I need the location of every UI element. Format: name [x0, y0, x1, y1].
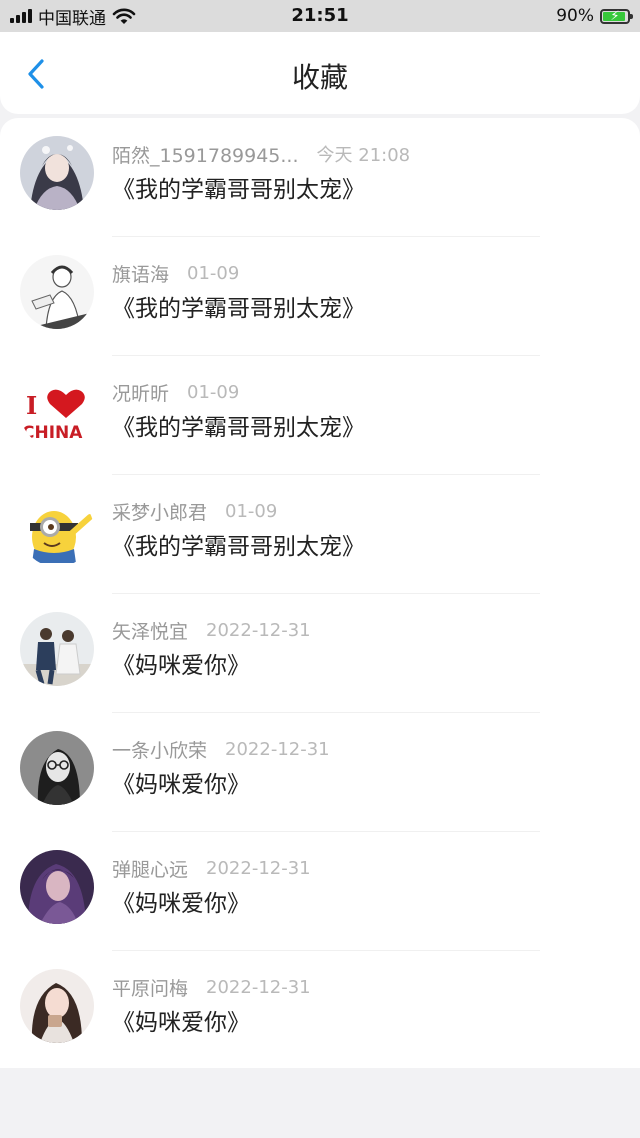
item-title[interactable]: 《我的学霸哥哥别太宠》 [112, 289, 365, 323]
avatar[interactable] [20, 612, 94, 686]
list-item[interactable]: 陌然_1591789945... 今天 21:08 《我的学霸哥哥别太宠》 [0, 118, 640, 237]
item-meta: 旗语海 01-09 [112, 260, 239, 286]
item-meta: 陌然_1591789945... 今天 21:08 [112, 141, 410, 167]
username[interactable]: 弹腿心远 [112, 855, 188, 882]
avatar[interactable] [20, 731, 94, 805]
favorites-list: 陌然_1591789945... 今天 21:08 《我的学霸哥哥别太宠》 旗语… [0, 118, 640, 1068]
timestamp: 2022-12-31 [225, 738, 330, 760]
nav-bar: 收藏 [0, 32, 640, 114]
status-right: 90% ⚡ [556, 0, 633, 32]
username[interactable]: 平原问梅 [112, 974, 188, 1001]
list-item[interactable]: 一条小欣荣 2022-12-31 《妈咪爱你》 [0, 713, 640, 832]
item-title[interactable]: 《我的学霸哥哥别太宠》 [112, 527, 365, 561]
item-title[interactable]: 《妈咪爱你》 [112, 1003, 250, 1037]
avatar-text-i: I [26, 391, 37, 420]
page-title: 收藏 [291, 61, 348, 94]
battery-charging-icon: ⚡ [600, 8, 633, 24]
avatar[interactable] [20, 850, 94, 924]
username[interactable]: 一条小欣荣 [112, 736, 207, 763]
battery-percent: 90% [556, 6, 594, 26]
list-item[interactable]: 弹腿心远 2022-12-31 《妈咪爱你》 [0, 832, 640, 951]
username[interactable]: 况昕昕 [112, 379, 169, 406]
item-title[interactable]: 《我的学霸哥哥别太宠》 [112, 170, 365, 204]
timestamp: 2022-12-31 [206, 619, 311, 641]
timestamp: 01-09 [187, 262, 240, 284]
timestamp: 2022-12-31 [206, 976, 311, 998]
timestamp: 01-09 [187, 381, 240, 403]
item-meta: 平原问梅 2022-12-31 [112, 974, 311, 1000]
item-meta: 采梦小郎君 01-09 [112, 498, 277, 524]
avatar[interactable]: I CHINA [20, 374, 94, 448]
username[interactable]: 陌然_1591789945... [112, 141, 299, 168]
list-item[interactable]: 旗语海 01-09 《我的学霸哥哥别太宠》 [0, 237, 640, 356]
list-item[interactable]: I CHINA 况昕昕 01-09 《我的学霸哥哥别太宠》 [0, 356, 640, 475]
avatar[interactable] [20, 255, 94, 329]
list-item[interactable]: 平原问梅 2022-12-31 《妈咪爱你》 [0, 951, 640, 1070]
avatar-text-china: CHINA [22, 423, 83, 443]
username[interactable]: 旗语海 [112, 260, 169, 287]
item-meta: 矢泽悦宜 2022-12-31 [112, 617, 311, 643]
username[interactable]: 矢泽悦宜 [112, 617, 188, 644]
list-item[interactable]: 采梦小郎君 01-09 《我的学霸哥哥别太宠》 [0, 475, 640, 594]
item-meta: 弹腿心远 2022-12-31 [112, 855, 311, 881]
item-meta: 一条小欣荣 2022-12-31 [112, 736, 330, 762]
item-title[interactable]: 《我的学霸哥哥别太宠》 [112, 408, 365, 442]
item-title[interactable]: 《妈咪爱你》 [112, 765, 250, 799]
item-title[interactable]: 《妈咪爱你》 [112, 884, 250, 918]
item-meta: 况昕昕 01-09 [112, 379, 239, 405]
timestamp: 今天 21:08 [316, 145, 411, 166]
avatar[interactable] [20, 136, 94, 210]
timestamp: 2022-12-31 [206, 857, 311, 879]
avatar[interactable] [20, 969, 94, 1043]
timestamp: 01-09 [225, 500, 278, 522]
status-time: 21:51 [291, 5, 349, 26]
status-bar: 中国联通 21:51 90% ⚡ [0, 0, 640, 32]
item-title[interactable]: 《妈咪爱你》 [112, 646, 250, 680]
avatar[interactable] [20, 493, 94, 567]
list-item[interactable]: 矢泽悦宜 2022-12-31 《妈咪爱你》 [0, 594, 640, 713]
username[interactable]: 采梦小郎君 [112, 498, 207, 525]
